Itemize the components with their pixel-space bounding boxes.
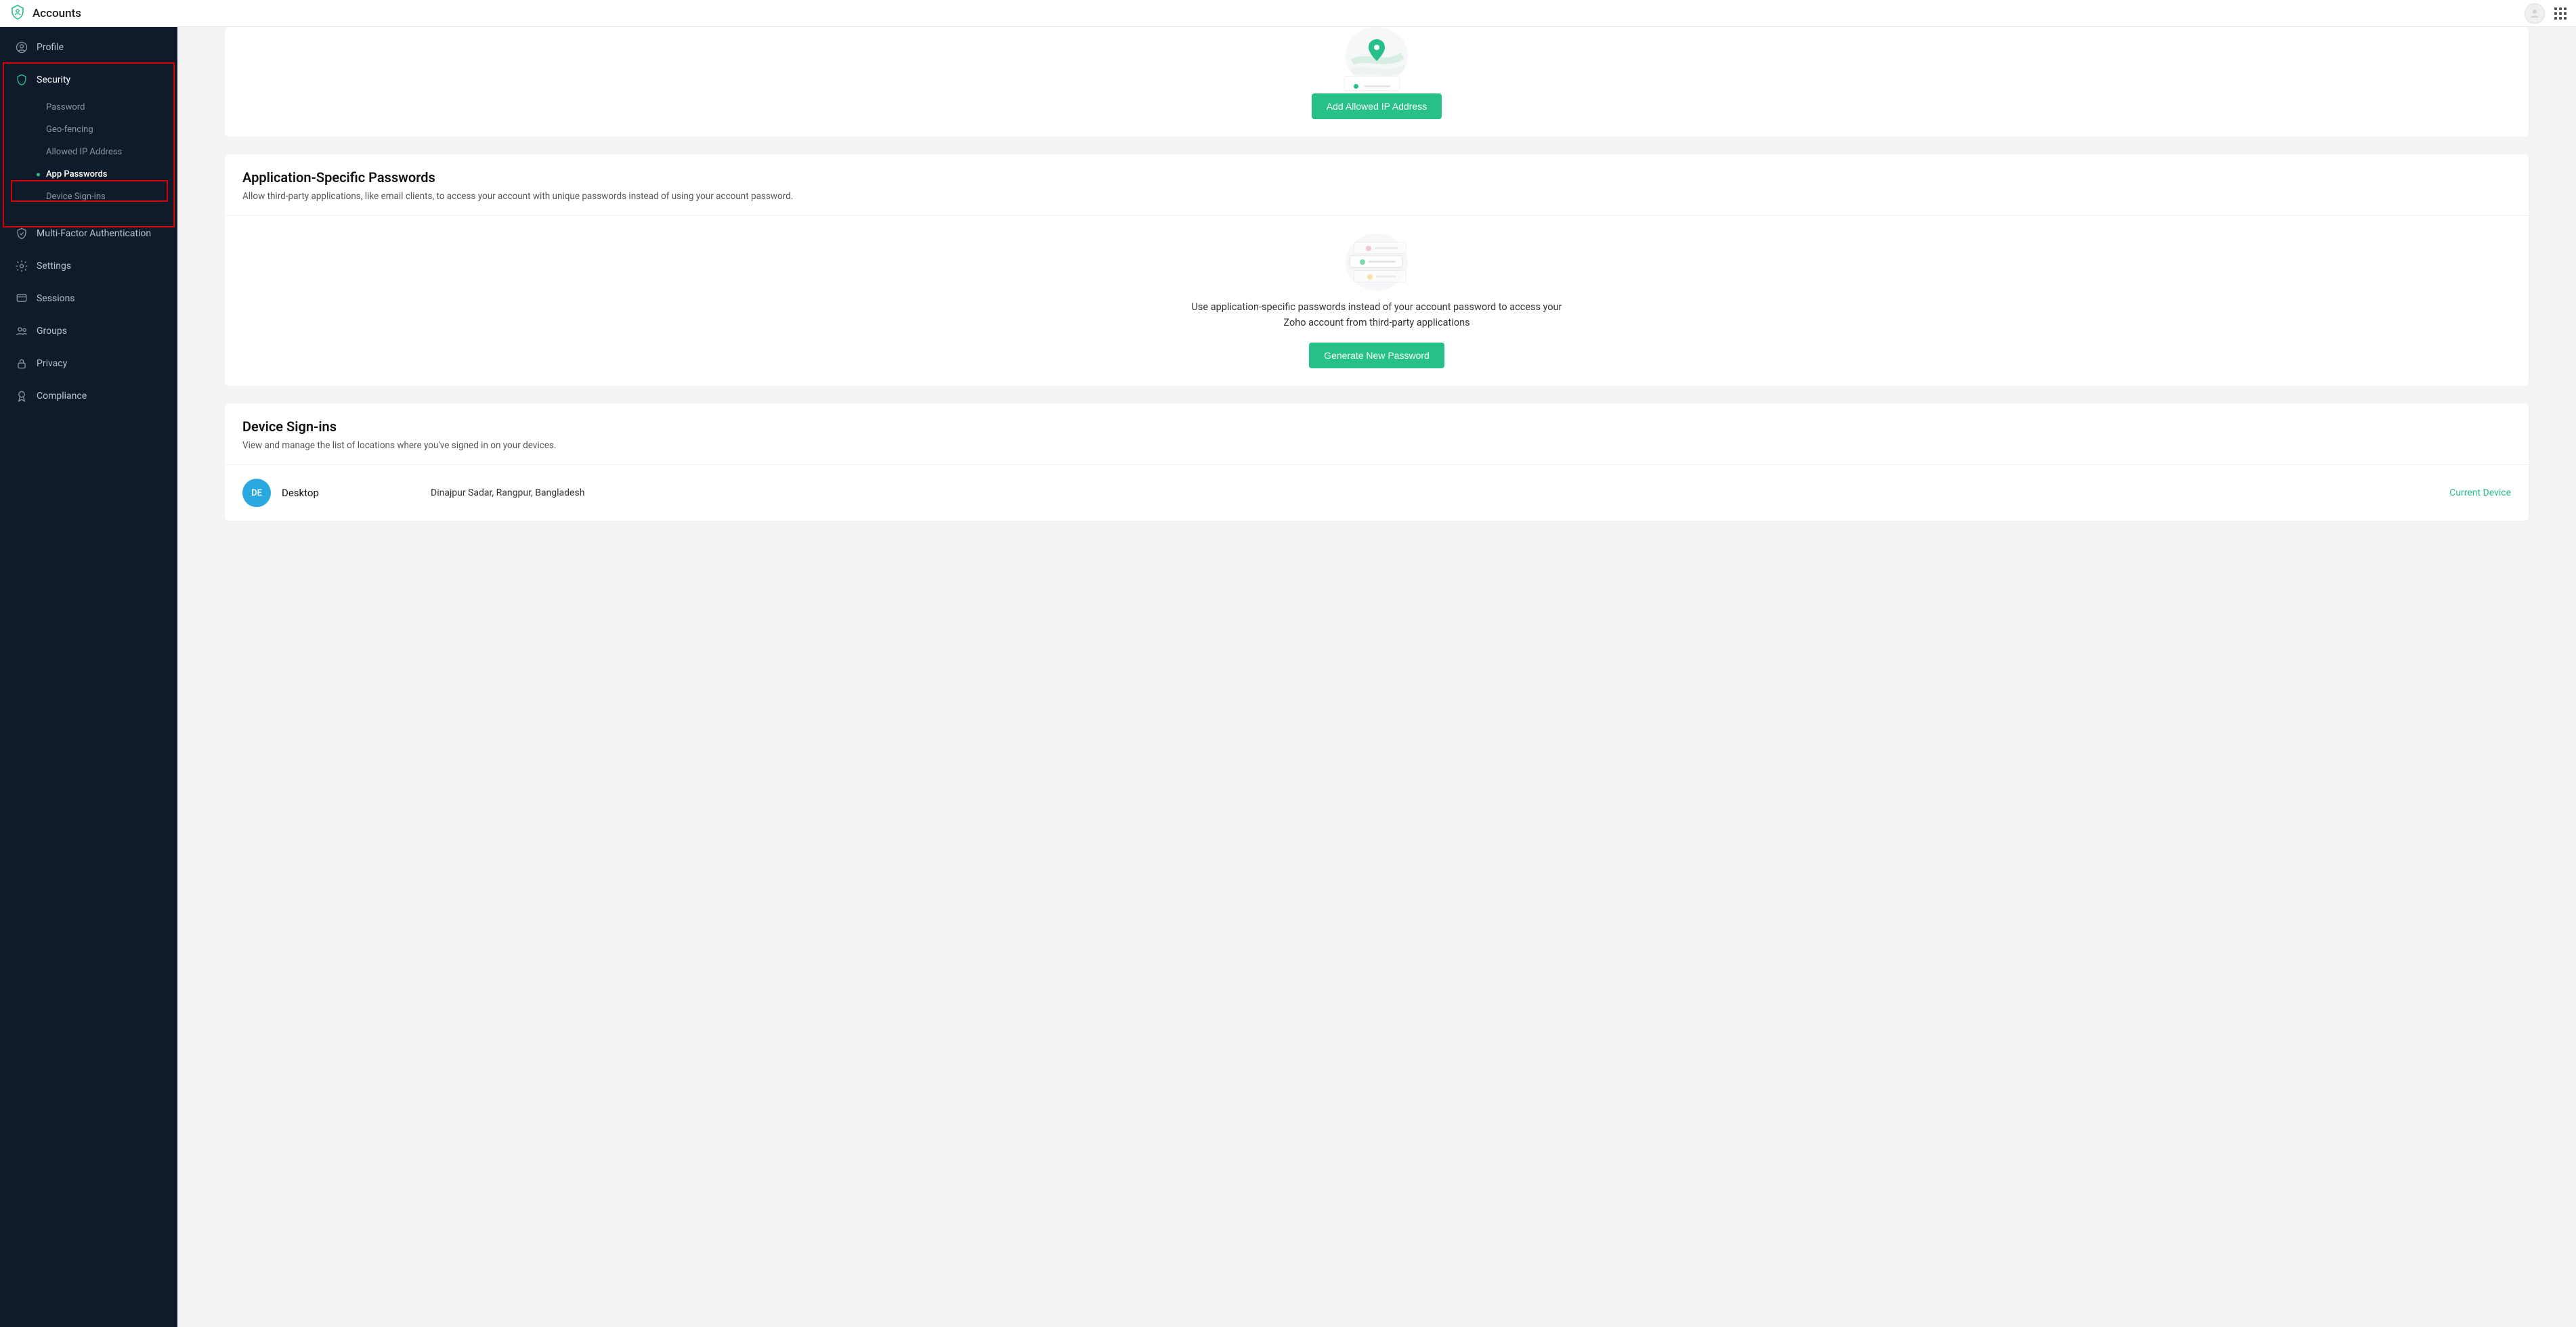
badge-icon (15, 389, 28, 403)
sidebar-item-label: Settings (37, 261, 71, 271)
card-title: Application-Specific Passwords (242, 169, 2511, 186)
sidebar-item-label: Privacy (37, 358, 67, 369)
sidebar-item-privacy[interactable]: Privacy (0, 347, 177, 380)
main-content: Add Allowed IP Address Application-Speci… (177, 27, 2576, 1327)
sidebar-item-label: Multi-Factor Authentication (37, 228, 151, 239)
card-subtitle: Allow third-party applications, like ema… (242, 190, 2511, 203)
card-app-passwords: Application-Specific Passwords Allow thi… (225, 154, 2529, 386)
card-device-signins: Device Sign-ins View and manage the list… (225, 404, 2529, 521)
sidebar-item-profile[interactable]: Profile (0, 31, 177, 64)
sidebar-item-label: Groups (37, 326, 67, 336)
sidebar-item-label: Sessions (37, 293, 75, 304)
sidebar-sub-geofencing[interactable]: Geo-fencing (0, 118, 177, 141)
card-description: Use application-specific passwords inste… (1187, 300, 1566, 330)
device-current-tag: Current Device (2449, 487, 2511, 498)
sidebar-sub-app-passwords[interactable]: App Passwords (0, 163, 177, 186)
sidebar-item-label: Profile (37, 42, 64, 53)
device-badge: DE (242, 479, 271, 507)
card-allowed-ip: Add Allowed IP Address (225, 27, 2529, 137)
shield-icon (15, 73, 28, 87)
profile-icon (15, 41, 28, 54)
sidebar-item-groups[interactable]: Groups (0, 315, 177, 347)
card-subtitle: View and manage the list of locations wh… (242, 439, 2511, 452)
sidebar-item-label: Compliance (37, 391, 87, 401)
sidebar-item-label: Security (37, 74, 70, 85)
device-location: Dinajpur Sadar, Rangpur, Bangladesh (431, 487, 2449, 498)
generate-password-button[interactable]: Generate New Password (1309, 343, 1444, 368)
topbar: Accounts (0, 0, 2576, 27)
add-allowed-ip-button[interactable]: Add Allowed IP Address (1312, 93, 1442, 119)
sidebar-sub-allowed-ip[interactable]: Allowed IP Address (0, 141, 177, 163)
sidebar: Profile Security Password Geo-fencing Al… (0, 27, 177, 1327)
avatar-placeholder-icon (2529, 7, 2541, 20)
gear-icon (15, 259, 28, 273)
device-name: Desktop (282, 487, 431, 499)
brand-logo-icon (9, 4, 26, 23)
card-title: Device Sign-ins (242, 418, 2511, 435)
sidebar-sub-device-signins[interactable]: Device Sign-ins (0, 186, 177, 208)
brand-title: Accounts (33, 7, 81, 20)
sidebar-item-sessions[interactable]: Sessions (0, 282, 177, 315)
sidebar-item-compliance[interactable]: Compliance (0, 380, 177, 412)
lock-icon (15, 357, 28, 370)
sidebar-item-settings[interactable]: Settings (0, 250, 177, 282)
sidebar-item-security[interactable]: Security (0, 64, 177, 96)
password-list-illustration-icon (1346, 234, 1408, 290)
device-row[interactable]: DE Desktop Dinajpur Sadar, Rangpur, Bang… (225, 465, 2529, 521)
sidebar-item-mfa[interactable]: Multi-Factor Authentication (0, 217, 177, 250)
sidebar-sub-password[interactable]: Password (0, 96, 177, 118)
apps-grid-icon[interactable] (2554, 7, 2567, 20)
avatar[interactable] (2525, 3, 2545, 24)
shield-check-icon (15, 227, 28, 240)
sessions-icon (15, 292, 28, 305)
groups-icon (15, 324, 28, 338)
